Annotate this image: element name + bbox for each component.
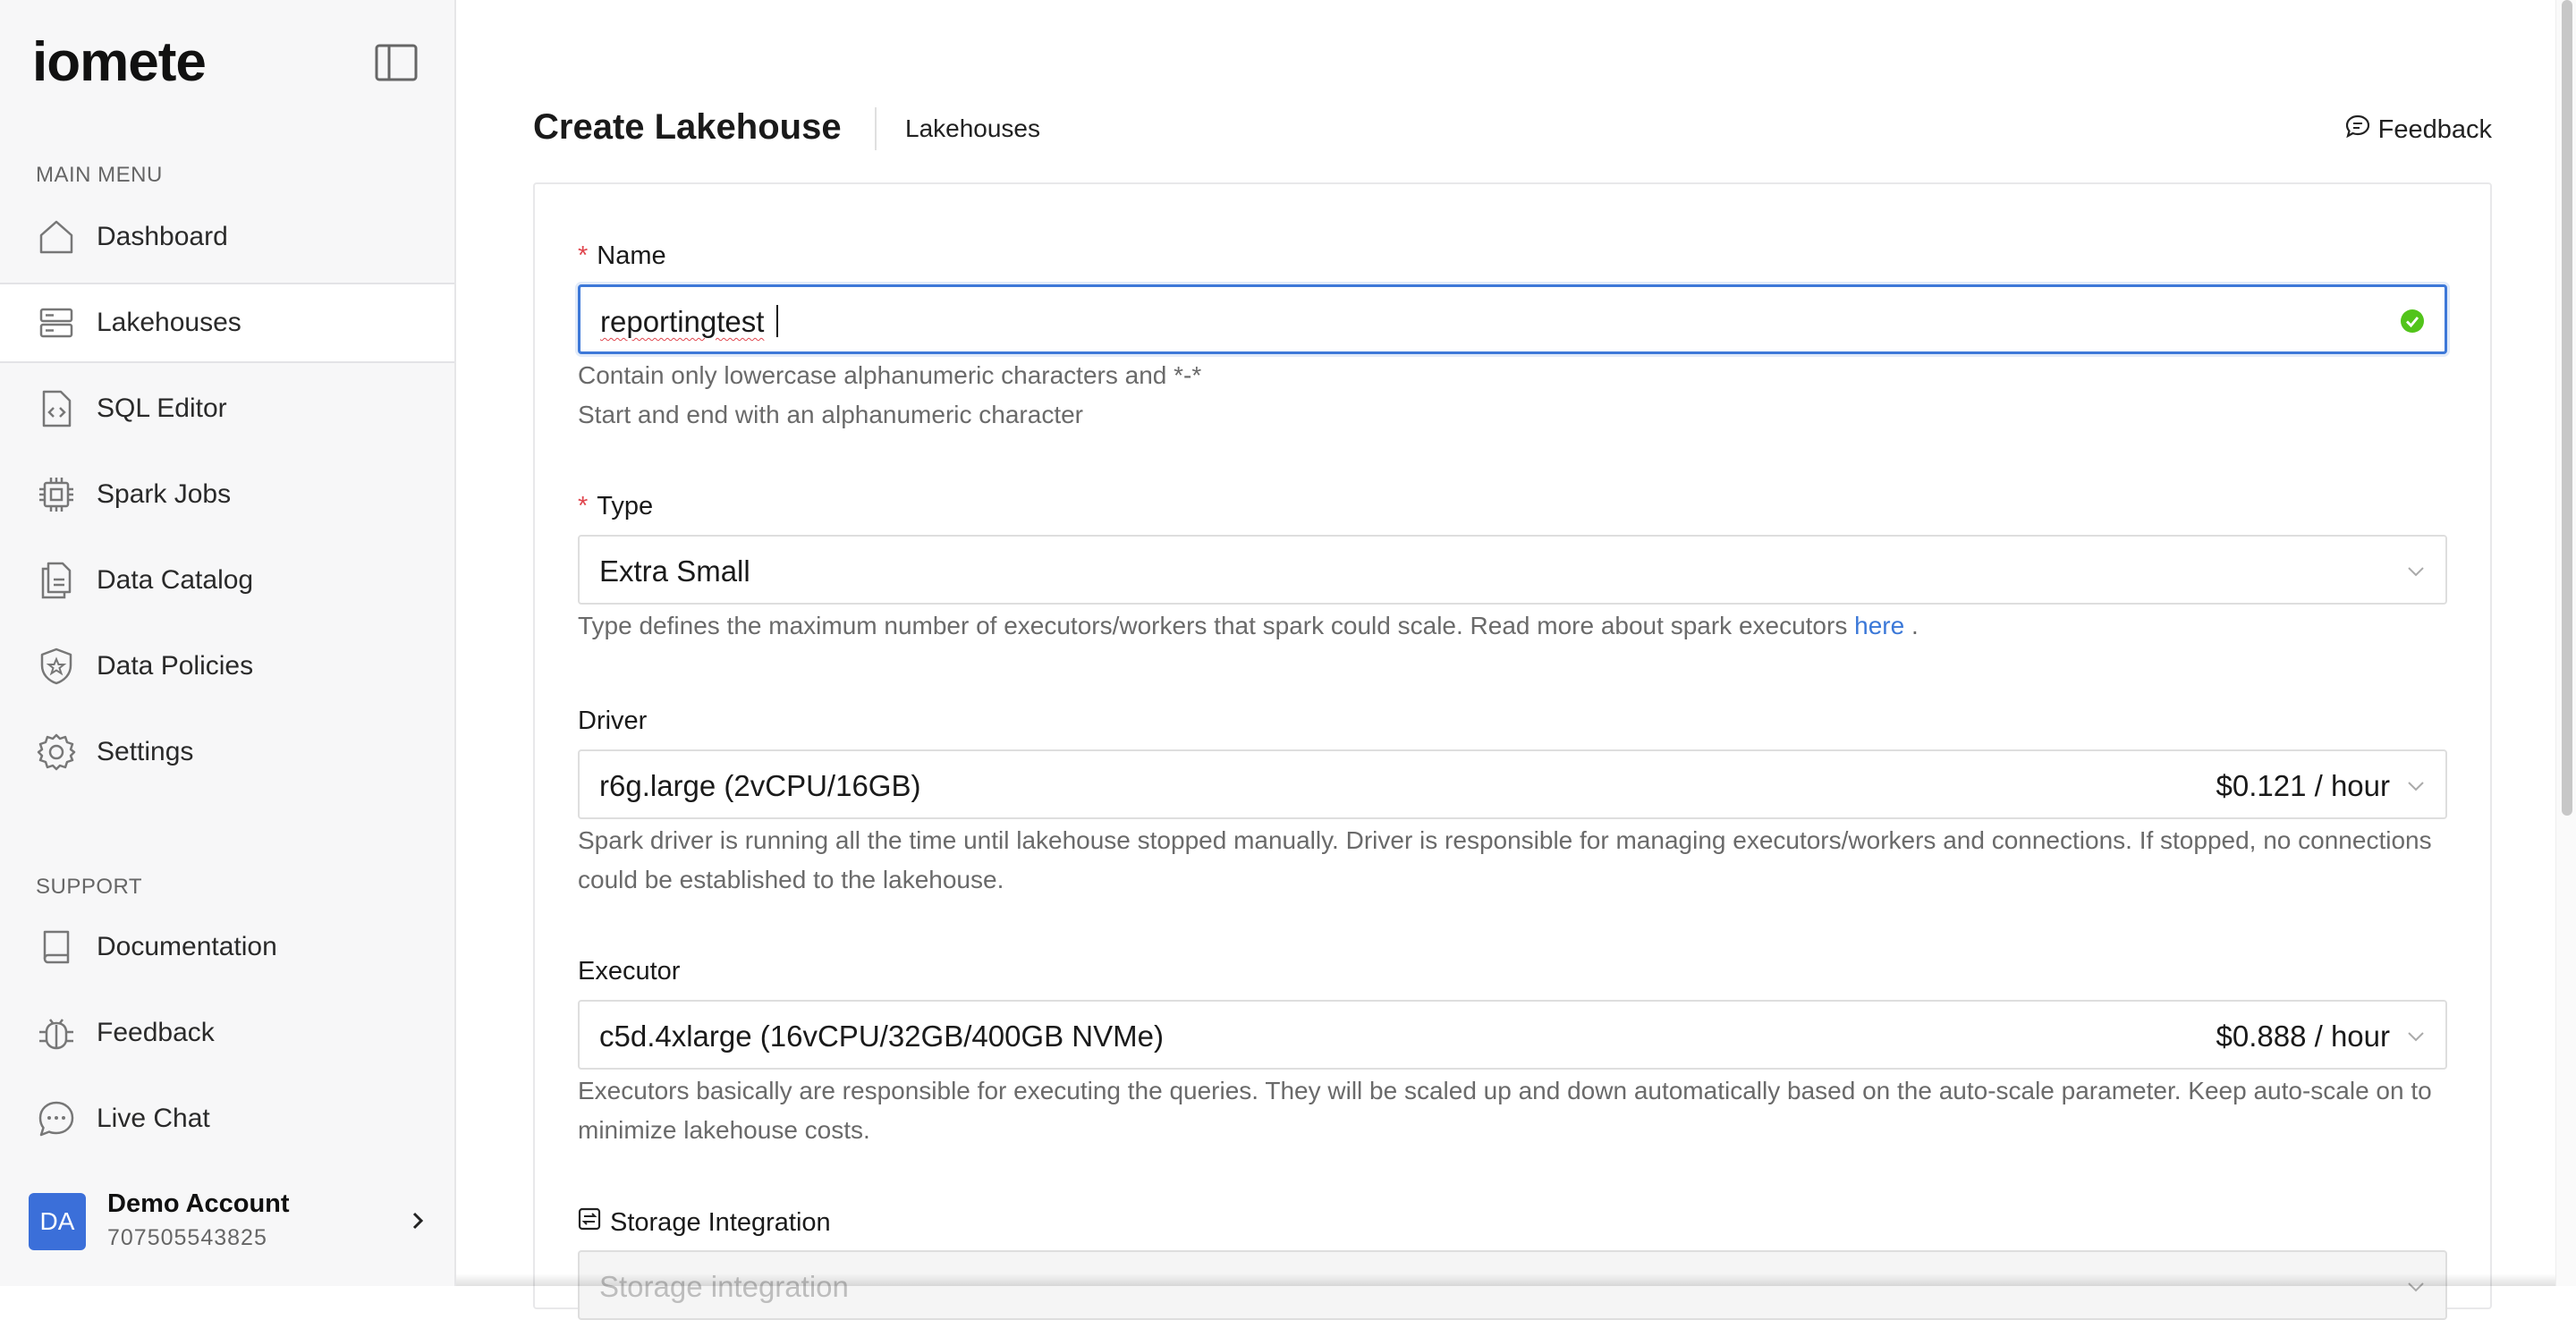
- sidebar-item-label: Live Chat: [97, 1104, 210, 1133]
- sidebar-item-lakehouses[interactable]: Lakehouses: [0, 283, 454, 363]
- account-id: 707505543825: [107, 1225, 267, 1250]
- avatar: DA: [29, 1193, 86, 1250]
- sidebar-item-label: Dashboard: [97, 222, 228, 251]
- feedback-label: Feedback: [2377, 114, 2492, 144]
- executor-select[interactable]: c5d.4xlarge (16vCPU/32GB/400GB NVMe) $0.…: [578, 1000, 2447, 1070]
- scrollbar[interactable]: [2555, 0, 2576, 1286]
- check-circle-icon: [2400, 309, 2425, 334]
- sidebar-item-label: Feedback: [97, 1018, 215, 1047]
- sidebar-item-data-policies[interactable]: Data Policies: [0, 626, 454, 707]
- executor-select-value: c5d.4xlarge (16vCPU/32GB/400GB NVMe): [599, 1020, 1164, 1053]
- executor-help: Executors basically are responsible for …: [578, 1077, 2432, 1144]
- bug-icon: [36, 1012, 77, 1053]
- type-select[interactable]: Extra Small: [578, 535, 2447, 605]
- type-label: * Type: [578, 492, 654, 520]
- account-name: Demo Account: [107, 1189, 290, 1218]
- type-help: Type defines the maximum number of execu…: [578, 612, 1919, 639]
- home-icon: [36, 216, 77, 258]
- sidebar-item-dashboard[interactable]: Dashboard: [0, 197, 454, 277]
- name-help-1: Contain only lowercase alphanumeric char…: [578, 361, 1202, 389]
- breadcrumb-lakehouses[interactable]: Lakehouses: [905, 114, 1040, 143]
- code-file-icon: [36, 388, 77, 429]
- sidebar-toggle-icon[interactable]: [374, 43, 419, 82]
- chevron-down-icon: [2406, 776, 2426, 796]
- main-menu-label: MAIN MENU: [36, 163, 163, 187]
- sidebar-item-label: Settings: [97, 737, 194, 766]
- book-icon: [36, 927, 77, 968]
- sidebar-item-documentation[interactable]: Documentation: [0, 907, 454, 987]
- chevron-down-icon: [2406, 1027, 2426, 1046]
- driver-help: Spark driver is running all the time unt…: [578, 826, 2432, 893]
- sidebar-item-sql-editor[interactable]: SQL Editor: [0, 368, 454, 449]
- sidebar-item-label: Spark Jobs: [97, 479, 232, 509]
- sidebar-item-live-chat[interactable]: Live Chat: [0, 1079, 454, 1159]
- sidebar-item-label: Lakehouses: [97, 308, 242, 337]
- title-divider: [875, 107, 877, 150]
- page-title: Create Lakehouse: [533, 107, 842, 147]
- chat-icon: [36, 1098, 77, 1139]
- scrollbar-thumb[interactable]: [2562, 0, 2572, 816]
- sidebar-item-label: Documentation: [97, 932, 277, 961]
- gear-icon: [36, 732, 77, 773]
- sidebar: iomete MAIN MENU Dashboard Lakehouses SQ…: [0, 0, 456, 1286]
- bottom-shadow: [456, 1273, 2576, 1286]
- integration-icon: [578, 1207, 601, 1238]
- name-input-value: reportingtest: [600, 305, 765, 338]
- driver-label: Driver: [578, 707, 648, 735]
- sidebar-item-spark-jobs[interactable]: Spark Jobs: [0, 454, 454, 535]
- name-label: * Name: [578, 241, 666, 270]
- executor-label: Executor: [578, 957, 681, 986]
- sidebar-item-feedback[interactable]: Feedback: [0, 993, 454, 1073]
- account-menu[interactable]: DA Demo Account 707505543825: [29, 1189, 431, 1256]
- name-help-2: Start and end with an alphanumeric chara…: [578, 401, 1083, 428]
- driver-price: $0.121 / hour: [2216, 769, 2391, 802]
- chip-icon: [36, 474, 77, 515]
- storage-integration-label: Storage Integration: [578, 1207, 831, 1238]
- documents-icon: [36, 560, 77, 601]
- server-icon: [36, 302, 77, 343]
- text-caret: [776, 305, 778, 337]
- sidebar-item-data-catalog[interactable]: Data Catalog: [0, 540, 454, 621]
- spark-executors-link[interactable]: here: [1854, 612, 1904, 639]
- driver-select[interactable]: r6g.large (2vCPU/16GB) $0.121 / hour: [578, 749, 2447, 819]
- comment-icon: [2344, 113, 2371, 147]
- driver-select-value: r6g.large (2vCPU/16GB): [599, 769, 921, 802]
- chevron-down-icon: [2406, 562, 2426, 581]
- sidebar-item-label: Data Policies: [97, 651, 254, 681]
- support-label: SUPPORT: [36, 875, 143, 899]
- name-input[interactable]: reportingtest: [578, 284, 2447, 354]
- logo: iomete: [32, 31, 207, 93]
- type-select-value: Extra Small: [599, 554, 750, 588]
- sidebar-item-label: SQL Editor: [97, 393, 227, 423]
- chevron-right-icon: [404, 1207, 431, 1234]
- sidebar-item-label: Data Catalog: [97, 565, 254, 595]
- shield-icon: [36, 646, 77, 687]
- feedback-button[interactable]: Feedback: [2344, 113, 2492, 147]
- executor-price: $0.888 / hour: [2216, 1020, 2391, 1053]
- sidebar-item-settings[interactable]: Settings: [0, 712, 454, 792]
